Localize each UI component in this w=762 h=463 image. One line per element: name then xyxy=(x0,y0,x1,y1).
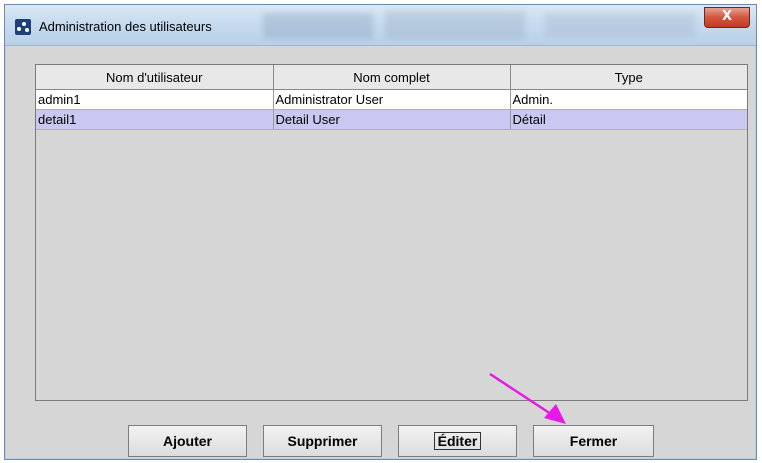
edit-button[interactable]: Éditer xyxy=(398,425,517,457)
column-header-username[interactable]: Nom d'utilisateur xyxy=(36,65,274,90)
cell-username: admin1 xyxy=(36,89,274,110)
app-icon xyxy=(15,19,31,35)
users-table: Nom d'utilisateur Nom complet Type admin… xyxy=(36,65,747,130)
close-button[interactable]: Fermer xyxy=(533,425,654,457)
cell-type: Détail xyxy=(510,109,747,130)
close-icon: X xyxy=(721,9,733,24)
column-header-fullname[interactable]: Nom complet xyxy=(273,65,511,90)
table-header-row: Nom d'utilisateur Nom complet Type xyxy=(36,65,747,90)
annotation-arrow-icon xyxy=(489,372,566,424)
close-button-label: Fermer xyxy=(569,433,618,449)
column-header-type[interactable]: Type xyxy=(510,65,747,90)
user-admin-dialog: Administration des utilisateurs X Nom d'… xyxy=(4,4,757,460)
table-row-selected[interactable]: detail1 Detail User Détail xyxy=(36,109,747,130)
close-window-button[interactable]: X xyxy=(704,7,750,28)
cell-username: detail1 xyxy=(36,109,274,130)
add-button-label: Ajouter xyxy=(163,433,212,449)
title-bar[interactable]: Administration des utilisateurs X xyxy=(5,5,756,46)
add-button[interactable]: Ajouter xyxy=(128,425,247,457)
users-table-container[interactable]: Nom d'utilisateur Nom complet Type admin… xyxy=(35,64,748,401)
cell-type: Admin. xyxy=(510,89,747,110)
delete-button-label: Supprimer xyxy=(287,433,358,449)
window-title: Administration des utilisateurs xyxy=(39,19,212,34)
cell-fullname: Detail User xyxy=(273,109,511,130)
cell-fullname: Administrator User xyxy=(273,89,511,110)
table-row[interactable]: admin1 Administrator User Admin. xyxy=(36,89,747,110)
delete-button[interactable]: Supprimer xyxy=(263,425,382,457)
edit-button-label: Éditer xyxy=(433,432,482,450)
